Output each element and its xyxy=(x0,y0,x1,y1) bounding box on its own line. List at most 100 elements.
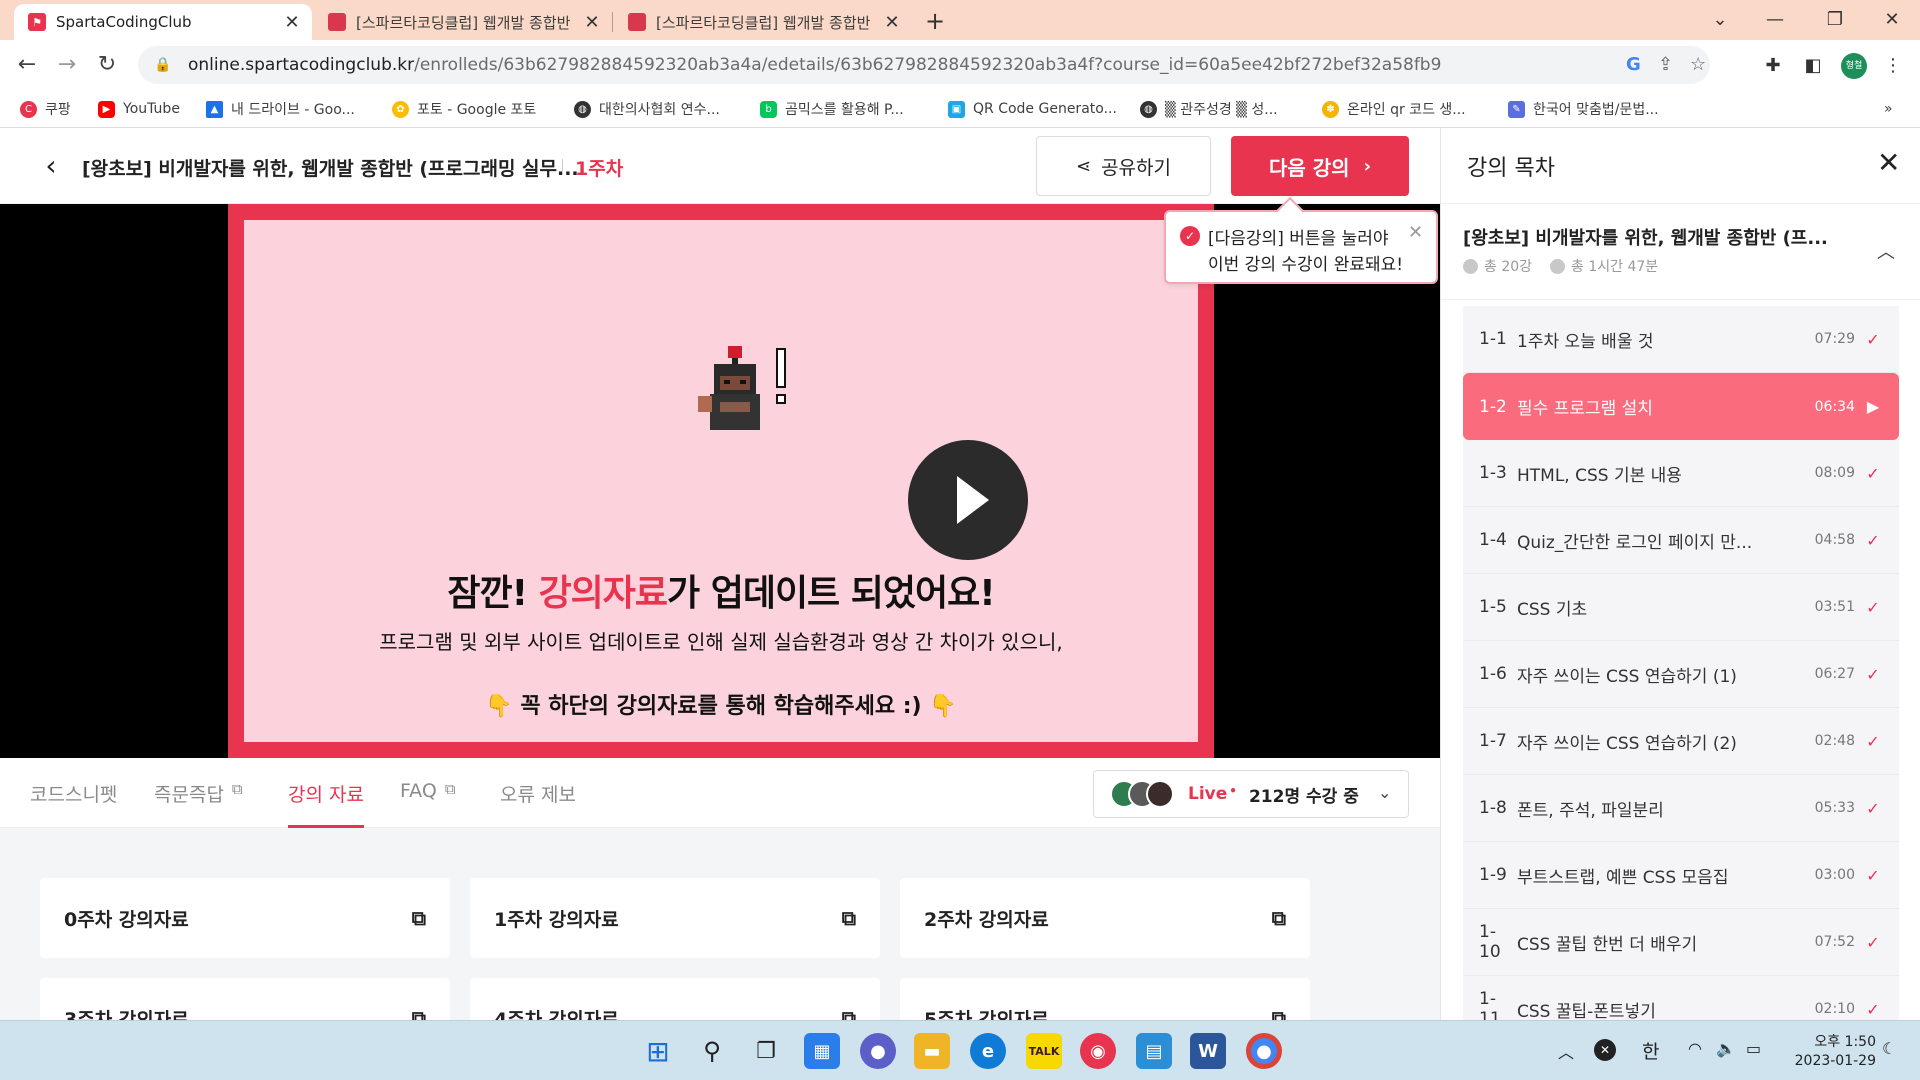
bookmark-item[interactable]: ◍ 대한의사협회 연수... xyxy=(574,98,720,120)
title-separator xyxy=(562,159,563,175)
bookmark-item[interactable]: ▶ YouTube xyxy=(98,98,180,120)
tab-instant-qa[interactable]: 즉문즉답 ⧉ xyxy=(154,780,243,828)
lesson-item[interactable]: 1-10 CSS 꿀팁 한번 더 배우기 07:52 ✓ xyxy=(1463,909,1899,976)
lesson-item-current[interactable]: 1-2 필수 프로그램 설치 06:34 ▶ xyxy=(1463,373,1899,440)
tab-search-chevron-icon[interactable]: ⌄ xyxy=(1690,0,1750,40)
check-icon: ✓ xyxy=(1866,597,1880,617)
new-tab-button[interactable]: + xyxy=(920,6,950,36)
lesson-item[interactable]: 1-5 CSS 기초 03:51 ✓ xyxy=(1463,574,1899,641)
clock-date[interactable]: 2023-01-29 xyxy=(1788,1053,1876,1069)
bookmark-item[interactable]: ✎ 한국어 맞춤법/문법... xyxy=(1508,98,1659,120)
bookmark-item[interactable]: C 쿠팡 xyxy=(20,98,71,120)
check-circle-icon: ✓ xyxy=(1180,226,1200,246)
kakaotalk-icon[interactable]: TALK xyxy=(1026,1033,1062,1069)
external-link-icon: ⧉ xyxy=(1271,906,1286,930)
bookmarks-overflow-icon[interactable]: » xyxy=(1884,98,1893,120)
bookmark-item[interactable]: b 곰믹스를 활용해 P... xyxy=(760,98,904,120)
notepad-icon[interactable]: ▤ xyxy=(1136,1033,1172,1069)
battery-icon[interactable]: ▭ xyxy=(1746,1039,1761,1058)
search-icon[interactable]: ⚲ xyxy=(694,1033,730,1069)
chevron-up-icon[interactable]: ︿ xyxy=(1877,238,1895,264)
youtube-icon: ▶ xyxy=(98,100,115,118)
bookmark-item[interactable]: ◍ ▒ 관주성경 ▒ 성... xyxy=(1140,98,1278,120)
lesson-item[interactable]: 1-11 CSS 꿀팁-폰트넣기 02:10 ✓ xyxy=(1463,976,1899,1020)
check-icon: ✓ xyxy=(1866,530,1880,550)
live-viewers-dropdown[interactable]: Live • 212명 수강 중 ⌄ xyxy=(1093,770,1409,818)
tab-faq[interactable]: FAQ ⧉ xyxy=(400,780,456,828)
back-arrow-icon[interactable]: ← xyxy=(12,50,42,80)
material-card-week-5[interactable]: 5주차 강의자료 ⧉ xyxy=(900,978,1310,1020)
start-icon[interactable]: ⊞ xyxy=(640,1033,676,1069)
material-card-week-2[interactable]: 2주차 강의자료 ⧉ xyxy=(900,878,1310,958)
lesson-item[interactable]: 1-4 Quiz_간단한 로그인 페이지 만... 04:58 ✓ xyxy=(1463,507,1899,574)
tab-close-icon[interactable]: ✕ xyxy=(882,12,902,33)
sidebar-course-section[interactable]: [왕초보] 비개발자를 위한, 웹개발 종합반 (프... 총 20강 총 1시… xyxy=(1441,204,1920,300)
video-headline: 잠깐! 강의자료가 업데이트 되었어요! xyxy=(447,573,995,614)
tooltip-close-icon[interactable]: ✕ xyxy=(1408,222,1423,243)
lesson-item[interactable]: 1-7 자주 쓰이는 CSS 연습하기 (2) 02:48 ✓ xyxy=(1463,708,1899,775)
bookmark-item[interactable]: ✽ 온라인 qr 코드 생... xyxy=(1322,98,1466,120)
notification-icon[interactable]: ☾ xyxy=(1882,1039,1896,1058)
address-bar[interactable]: 🔒 online.spartacodingclub.kr/enrolleds/6… xyxy=(138,46,1710,84)
extensions-puzzle-icon[interactable]: ✚ xyxy=(1760,53,1786,79)
reload-icon[interactable]: ↻ xyxy=(92,50,122,80)
restore-icon[interactable]: ❐ xyxy=(1805,0,1865,40)
bookmark-item[interactable]: ▲ 내 드라이브 - Goo... xyxy=(206,98,355,120)
lesson-item[interactable]: 1-3 HTML, CSS 기본 내용 08:09 ✓ xyxy=(1463,440,1899,507)
tray-overflow-icon[interactable]: ︿ xyxy=(1558,1039,1574,1063)
book-favicon-icon xyxy=(628,13,646,31)
browser-tab-2[interactable]: [스파르타코딩클럽] 웹개발 종합반 ✕ xyxy=(614,4,912,40)
gom-player-icon[interactable]: ◉ xyxy=(1080,1033,1116,1069)
google-lens-icon[interactable]: G xyxy=(1626,46,1641,84)
word-icon[interactable]: W xyxy=(1190,1033,1226,1069)
bookmark-star-icon[interactable]: ☆ xyxy=(1690,46,1706,84)
play-button[interactable] xyxy=(908,440,1028,560)
material-card-week-4[interactable]: 4주차 강의자료 ⧉ xyxy=(470,978,880,1020)
minimize-icon[interactable]: — xyxy=(1745,0,1805,40)
material-card-week-0[interactable]: 0주차 강의자료 ⧉ xyxy=(40,878,450,958)
video-player[interactable]: 잠깐! 강의자료가 업데이트 되었어요! 프로그램 및 외부 사이트 업데이트로… xyxy=(0,204,1440,758)
avatar xyxy=(1146,780,1174,808)
chat-icon[interactable]: ● xyxy=(860,1033,896,1069)
lesson-item[interactable]: 1-1 1주차 오늘 배울 것 07:29 ✓ xyxy=(1463,306,1899,373)
forward-arrow-icon[interactable]: → xyxy=(52,50,82,80)
profile-avatar[interactable]: 형철 xyxy=(1841,53,1867,79)
tooltip-line-2: 이번 강의 수강이 완료돼요! xyxy=(1208,255,1404,275)
windows-taskbar: ⊞ ⚲ ❐ ▦ ● ▬ e TALK ◉ ▤ W ● ︿ ✕ 한 ◠ 🔈 ▭ 오… xyxy=(0,1020,1920,1080)
ime-indicator[interactable]: 한 xyxy=(1642,1037,1659,1064)
flower-icon: ✽ xyxy=(1322,100,1339,118)
content-tabs: 코드스니펫 즉문즉답 ⧉ 강의 자료 FAQ ⧉ 오류 제보 Live • 212명 … xyxy=(0,758,1440,828)
file-explorer-icon[interactable]: ▬ xyxy=(914,1033,950,1069)
lesson-item[interactable]: 1-9 부트스트랩, 예쁜 CSS 모음집 03:00 ✓ xyxy=(1463,842,1899,909)
bookmark-item[interactable]: ✿ 포토 - Google 포토 xyxy=(392,98,536,120)
edge-icon[interactable]: e xyxy=(970,1033,1006,1069)
browser-tab-1[interactable]: [스파르타코딩클럽] 웹개발 종합반 ✕ xyxy=(314,4,612,40)
widgets-icon[interactable]: ▦ xyxy=(804,1033,840,1069)
lesson-item[interactable]: 1-6 자주 쓰이는 CSS 연습하기 (1) 06:27 ✓ xyxy=(1463,641,1899,708)
volume-icon[interactable]: 🔈 xyxy=(1716,1039,1736,1058)
material-card-week-1[interactable]: 1주차 강의자료 ⧉ xyxy=(470,878,880,958)
browser-tab-0[interactable]: ⚑ SpartaCodingClub ✕ xyxy=(14,4,312,40)
window-close-icon[interactable]: ✕ xyxy=(1862,0,1920,40)
lesson-item[interactable]: 1-8 폰트, 주석, 파일분리 05:33 ✓ xyxy=(1463,775,1899,842)
tab-error-report[interactable]: 오류 제보 xyxy=(500,780,576,828)
share-button[interactable]: ⋖ 공유하기 xyxy=(1036,136,1211,196)
tab-lecture-materials[interactable]: 강의 자료 xyxy=(288,780,364,828)
share-page-icon[interactable]: ⇪ xyxy=(1658,46,1673,84)
tab-close-icon[interactable]: ✕ xyxy=(582,12,602,33)
bookmark-item[interactable]: ▣ QR Code Generato... xyxy=(948,98,1117,120)
live-dot-icon: • xyxy=(1229,784,1237,798)
task-view-icon[interactable]: ❐ xyxy=(748,1033,784,1069)
sidebar-close-icon[interactable]: ✕ xyxy=(1877,146,1900,179)
tab-close-icon[interactable]: ✕ xyxy=(282,12,302,33)
chrome-menu-icon[interactable]: ⋮ xyxy=(1880,53,1906,79)
tab-code-snippet[interactable]: 코드스니펫 xyxy=(30,780,117,828)
back-chevron-icon[interactable]: ‹ xyxy=(36,148,66,184)
clock-time[interactable]: 오후 1:50 xyxy=(1796,1031,1876,1051)
next-lesson-button[interactable]: 다음 강의 › xyxy=(1231,136,1409,196)
material-card-week-3[interactable]: 3주차 강의자료 ⧉ xyxy=(40,978,450,1020)
tray-app-icon[interactable]: ✕ xyxy=(1594,1039,1616,1061)
side-panel-icon[interactable]: ◧ xyxy=(1800,53,1826,79)
wifi-icon[interactable]: ◠ xyxy=(1688,1039,1702,1058)
chrome-icon[interactable]: ● xyxy=(1246,1033,1282,1069)
